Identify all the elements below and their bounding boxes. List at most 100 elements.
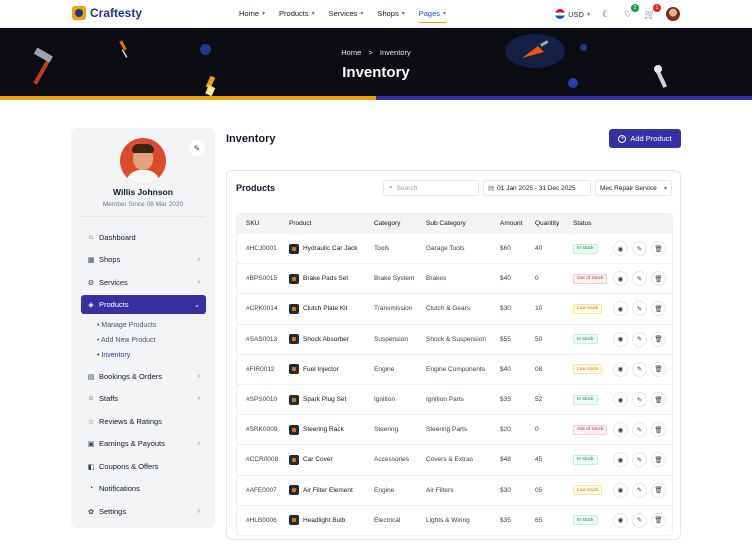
breadcrumb-home-link[interactable]: Home — [341, 48, 361, 57]
member-since: Member Since 08 Mar 2020 — [102, 201, 184, 208]
delete-button[interactable]: 🗑 — [651, 422, 666, 438]
view-button[interactable]: ◉ — [613, 331, 628, 347]
trash-icon: 🗑 — [654, 517, 663, 525]
edit-button[interactable]: ✎ — [632, 301, 647, 317]
sidebar-item-earnings-payouts[interactable]: ▣ Earnings & Payouts › — [81, 434, 206, 453]
gear-icon: ✿ — [88, 508, 94, 516]
add-product-button[interactable]: + Add Product — [609, 129, 681, 148]
view-button[interactable]: ◉ — [613, 301, 628, 317]
cell-sku: #HLB0006 — [246, 516, 277, 524]
edit-button[interactable]: ✎ — [632, 392, 647, 408]
sidebar-item-services[interactable]: ⚙ Services › — [81, 273, 206, 292]
nav-item-services[interactable]: Services ▾ — [329, 9, 364, 18]
edit-button[interactable]: ✎ — [632, 482, 647, 498]
cell-product[interactable]: Air Filter Element — [280, 485, 365, 496]
nav-item-home[interactable]: Home ▾ — [239, 9, 265, 18]
edit-button[interactable]: ✎ — [632, 271, 647, 287]
cart-button[interactable]: 🛒 1 — [644, 4, 661, 20]
cell-sub-category: Ignition Parts — [426, 396, 464, 404]
chevron-down-icon: ▾ — [663, 185, 667, 192]
wishlist-button[interactable]: ♡ 2 — [622, 4, 639, 20]
column-header-status[interactable]: Status — [564, 220, 609, 227]
logo-icon — [72, 6, 86, 20]
sidebar-item-settings[interactable]: ✿ Settings › — [81, 502, 206, 521]
delete-button[interactable]: 🗑 — [651, 241, 666, 257]
cell-product[interactable]: Spark Plug Set — [280, 394, 365, 405]
sidebar-item-notifications[interactable]: ◔ Notifications — [81, 479, 206, 498]
edit-button[interactable]: ✎ — [632, 331, 647, 347]
cell-product[interactable]: Car Cover — [280, 454, 365, 465]
cell-amount: $60 — [500, 245, 511, 253]
bell-icon: ◔ — [88, 485, 94, 492]
sidebar-item-dashboard[interactable]: ⌂ Dashboard — [81, 228, 206, 247]
view-button[interactable]: ◉ — [613, 241, 628, 257]
cell-product[interactable]: Hydraulic Car Jack — [280, 243, 365, 254]
edit-button[interactable]: ✎ — [632, 452, 647, 468]
cell-quantity: 0 — [535, 426, 539, 434]
cell-category: Transmission — [374, 305, 413, 313]
sidebar-item-staffs[interactable]: ☺ Staffs › — [81, 389, 206, 408]
sidebar-subitem-inventory[interactable]: • Inventory — [97, 352, 130, 359]
view-button[interactable]: ◉ — [613, 512, 628, 528]
sidebar-item-bookings-orders[interactable]: ▤ Bookings & Orders › — [81, 367, 206, 386]
column-header-sub-category[interactable]: Sub Category — [417, 220, 491, 227]
edit-icon: ✎ — [636, 456, 643, 464]
cell-product[interactable]: Steering Rack — [280, 424, 365, 435]
column-header-amount[interactable]: Amount — [491, 220, 526, 227]
view-button[interactable]: ◉ — [613, 482, 628, 498]
cell-quantity: 05 — [535, 486, 543, 494]
edit-profile-button[interactable]: ✎ — [189, 140, 205, 156]
cell-product[interactable]: Shock Absorber — [280, 334, 365, 345]
date-range-picker[interactable]: ▤ 01 Jan 2025 - 31 Dec 2025 — [483, 180, 591, 196]
date-range-value: 01 Jan 2025 - 31 Dec 2025 — [497, 184, 576, 192]
chevron-right-icon: › — [197, 279, 200, 286]
delete-button[interactable]: 🗑 — [651, 301, 666, 317]
cell-product[interactable]: Headlight Bulb — [280, 515, 365, 526]
table-body: #HCJ0001 Hydraulic Car Jack Tools Garage To… — [237, 233, 672, 535]
product-name: Headlight Bulb — [303, 516, 346, 524]
brand-logo[interactable]: Craftesty — [72, 6, 142, 20]
delete-button[interactable]: 🗑 — [651, 482, 666, 498]
chevron-down-icon: ⌄ — [194, 301, 200, 309]
search-input[interactable]: ⌕ Search — [383, 180, 479, 196]
sidebar-item-coupons-offers[interactable]: ◧ Coupons & Offers — [81, 457, 206, 476]
delete-button[interactable]: 🗑 — [651, 452, 666, 468]
currency-selector[interactable]: USD ▾ — [555, 9, 590, 19]
cell-product[interactable]: Brake Pads Set — [280, 273, 365, 284]
nav-item-pages[interactable]: Pages ▾ — [418, 9, 447, 23]
column-header-sku[interactable]: SKU — [237, 220, 280, 227]
dashboard-sidebar: ✎ Willis Johnson Member Since 08 Mar 202… — [71, 128, 215, 528]
edit-button[interactable]: ✎ — [632, 241, 647, 257]
view-button[interactable]: ◉ — [613, 271, 628, 287]
chevron-right-icon: › — [197, 256, 200, 263]
sidebar-item-label: Staffs — [99, 394, 119, 403]
sidebar-subitem-add-new-product[interactable]: • Add New Product — [97, 337, 156, 344]
sidebar-subitem-label: Add New Product — [101, 337, 156, 344]
edit-button[interactable]: ✎ — [632, 512, 647, 528]
delete-button[interactable]: 🗑 — [651, 331, 666, 347]
sidebar-subitem-manage-products[interactable]: • Manage Products — [97, 322, 156, 329]
view-button[interactable]: ◉ — [613, 422, 628, 438]
view-button[interactable]: ◉ — [613, 361, 628, 377]
service-filter-select[interactable]: Mec Repair Service ▾ — [595, 180, 672, 196]
user-avatar[interactable] — [666, 7, 680, 21]
cell-product[interactable]: Clutch Plate Kit — [280, 303, 365, 314]
column-header-category[interactable]: Category — [365, 220, 417, 227]
delete-button[interactable]: 🗑 — [651, 392, 666, 408]
cell-product[interactable]: Fuel Injector — [280, 364, 365, 375]
column-header-product[interactable]: Product — [280, 220, 365, 227]
delete-button[interactable]: 🗑 — [651, 271, 666, 287]
column-header-quantity[interactable]: Quantity — [526, 220, 564, 227]
sidebar-item-products[interactable]: ◈ Products ⌄ — [81, 295, 206, 314]
sidebar-item-shops[interactable]: ▦ Shops › — [81, 250, 206, 269]
delete-button[interactable]: 🗑 — [651, 361, 666, 377]
view-button[interactable]: ◉ — [613, 452, 628, 468]
edit-button[interactable]: ✎ — [632, 361, 647, 377]
nav-item-shops[interactable]: Shops ▾ — [377, 9, 404, 18]
delete-button[interactable]: 🗑 — [651, 512, 666, 528]
sidebar-item-reviews-ratings[interactable]: ☆ Reviews & Ratings — [81, 412, 206, 431]
nav-item-products[interactable]: Products ▾ — [279, 9, 315, 18]
edit-button[interactable]: ✎ — [632, 422, 647, 438]
view-button[interactable]: ◉ — [613, 392, 628, 408]
theme-toggle-button[interactable]: ☾ — [600, 8, 612, 20]
